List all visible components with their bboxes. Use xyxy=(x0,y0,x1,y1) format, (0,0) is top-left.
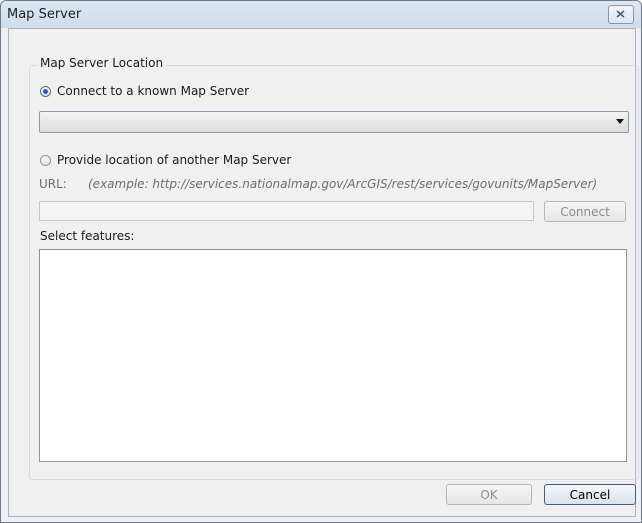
close-button[interactable] xyxy=(608,5,634,24)
connect-button[interactable]: Connect xyxy=(544,201,626,222)
group-legend: Map Server Location xyxy=(37,56,167,70)
close-icon xyxy=(616,10,625,18)
ok-button[interactable]: OK xyxy=(446,484,532,505)
url-example-hint: (example: http://services.nationalmap.go… xyxy=(88,177,598,191)
select-features-label: Select features: xyxy=(40,229,135,243)
window-title: Map Server xyxy=(7,7,82,22)
connect-known-server-option[interactable]: Connect to a known Map Server xyxy=(40,84,249,98)
known-server-radio[interactable] xyxy=(40,85,51,97)
other-server-label[interactable]: Provide location of another Map Server xyxy=(57,153,291,167)
url-label: URL: xyxy=(39,177,67,191)
title-bar[interactable]: Map Server xyxy=(1,1,641,28)
url-input[interactable] xyxy=(39,201,534,221)
known-server-label[interactable]: Connect to a known Map Server xyxy=(57,84,249,98)
other-server-radio[interactable] xyxy=(40,154,51,166)
features-list[interactable] xyxy=(39,249,627,462)
provide-location-option[interactable]: Provide location of another Map Server xyxy=(40,153,291,167)
known-server-dropdown[interactable] xyxy=(39,111,629,133)
cancel-button[interactable]: Cancel xyxy=(544,484,636,505)
chevron-down-icon xyxy=(616,119,624,124)
